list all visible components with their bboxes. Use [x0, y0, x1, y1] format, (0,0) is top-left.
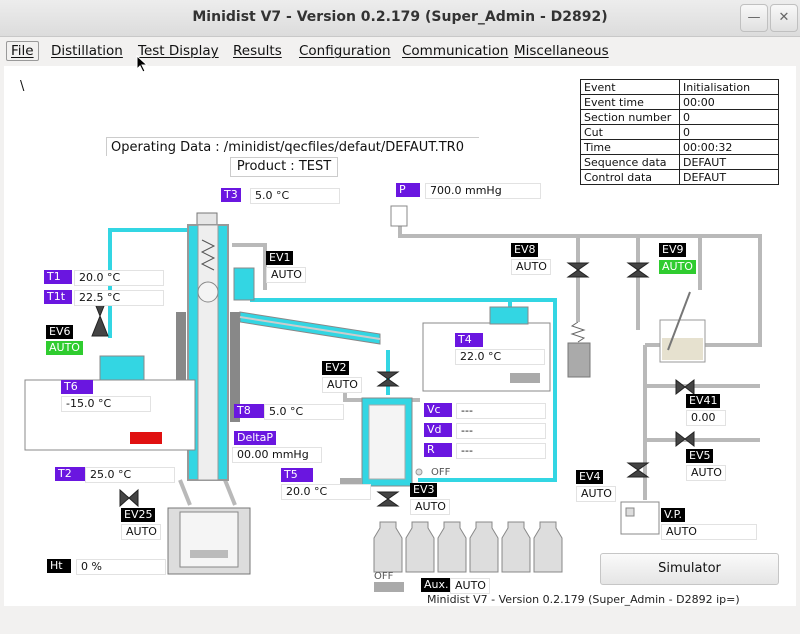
valve-ev4-state[interactable]: AUTO [576, 486, 616, 502]
valve-ev9-icon[interactable] [626, 262, 650, 278]
valve-ev41-icon[interactable] [675, 378, 695, 396]
sensor-t1-label: T1 [44, 270, 72, 284]
valve-ev2-state[interactable]: AUTO [322, 377, 362, 393]
valve-ev1-state[interactable]: AUTO [266, 267, 306, 283]
valve-ev1-label: EV1 [266, 251, 294, 265]
event-info-table: Event Initialisation Event time 00:00 Sect… [580, 79, 779, 185]
sensor-ht-value: 0 % [76, 559, 166, 575]
sensor-r-label: R [424, 443, 452, 457]
status-line: Minidist V7 - Version 0.2.179 (Super_Adm… [427, 593, 740, 606]
sensor-t8-label: T8 [234, 404, 266, 418]
pressure-gauge [390, 205, 408, 227]
valve-ev8-label: EV8 [511, 243, 539, 257]
valve-ev25-label: EV25 [121, 508, 156, 522]
receiver-off-label: OFF [431, 467, 451, 478]
sensor-p-label: P [396, 183, 420, 197]
valve-ev9-label: EV9 [659, 243, 687, 257]
valve-ev9-state[interactable]: AUTO [659, 260, 696, 274]
sensor-deltap-value: 00.00 mmHg [232, 447, 322, 463]
valve-ev5-icon[interactable] [675, 430, 695, 448]
valve-ev4-label: EV4 [576, 470, 604, 484]
vacuum-pump-state[interactable]: AUTO [661, 524, 757, 540]
sensor-t2-value: 25.0 °C [85, 467, 175, 483]
valve-ev41-value: 0.00 [686, 410, 726, 426]
sensor-vc-label: Vc [424, 403, 452, 417]
mouse-cursor-icon [136, 55, 148, 73]
valve-ev2-label: EV2 [322, 361, 350, 375]
table-row: Event Initialisation [580, 79, 779, 95]
sensor-t3-value: 5.0 °C [250, 188, 340, 204]
sensor-t4-value: 22.0 °C [455, 349, 545, 365]
valve-ev3-state[interactable]: AUTO [410, 499, 450, 515]
sensor-t5-value: 20.0 °C [281, 484, 371, 500]
simulator-button[interactable]: Simulator [600, 553, 779, 585]
sensor-vd-value: --- [456, 423, 546, 439]
sensor-t1t-label: T1t [44, 290, 72, 304]
valve-ev8-icon[interactable] [566, 262, 590, 278]
valve-ev5-label: EV5 [686, 449, 714, 463]
sensor-ht-label: Ht [47, 559, 71, 573]
sensor-t2-label: T2 [55, 467, 87, 481]
sensor-t6-label: T6 [61, 380, 93, 394]
sensor-t1-value: 20.0 °C [74, 270, 164, 286]
sensor-t4-label: T4 [455, 333, 483, 347]
sensor-r-value: --- [456, 443, 546, 459]
table-row: Time 00:00:32 [580, 139, 779, 155]
valve-ev3-label: EV3 [410, 483, 438, 497]
valve-ev2-icon[interactable] [376, 371, 400, 387]
table-row: Cut 0 [580, 124, 779, 140]
sensor-deltap-label: DeltaP [234, 431, 276, 445]
sensor-t1t-value: 22.5 °C [74, 290, 164, 306]
valve-ev5-state[interactable]: AUTO [686, 465, 726, 481]
sensor-vd-label: Vd [424, 423, 452, 437]
table-row: Control data DEFAUT [580, 169, 779, 185]
valve-ev8-state[interactable]: AUTO [511, 259, 551, 275]
alarm-indicator [130, 432, 162, 444]
top-left-glyph: \ [20, 79, 25, 94]
valve-ev6-state[interactable]: AUTO [46, 341, 83, 355]
sensor-t3-label: T3 [221, 188, 241, 202]
sensor-t8-value: 5.0 °C [264, 404, 344, 420]
vacuum-pump-label: V.P. [661, 508, 686, 522]
aux-label: Aux. [421, 578, 452, 592]
valve-ev3-icon[interactable] [376, 491, 400, 507]
aux-state[interactable]: AUTO [450, 578, 490, 594]
bottles-off-label: OFF [374, 571, 394, 582]
sensor-t6-value: -15.0 °C [61, 396, 151, 412]
table-row: Section number 0 [580, 109, 779, 125]
sensor-t5-label: T5 [281, 468, 313, 482]
table-row: Event time 00:00 [580, 94, 779, 110]
sensor-p-value: 700.0 mmHg [425, 183, 541, 199]
valve-ev41-label: EV41 [686, 394, 721, 408]
valve-ev25-state[interactable]: AUTO [121, 524, 161, 540]
product-label: Product : TEST [230, 157, 338, 177]
operating-data: Operating Data : /minidist/qecfiles/defa… [106, 137, 479, 156]
sensor-vc-value: --- [456, 403, 546, 419]
valve-ev6-label: EV6 [46, 325, 74, 339]
table-row: Sequence data DEFAUT [580, 154, 779, 170]
valve-ev25-icon[interactable] [119, 488, 139, 508]
